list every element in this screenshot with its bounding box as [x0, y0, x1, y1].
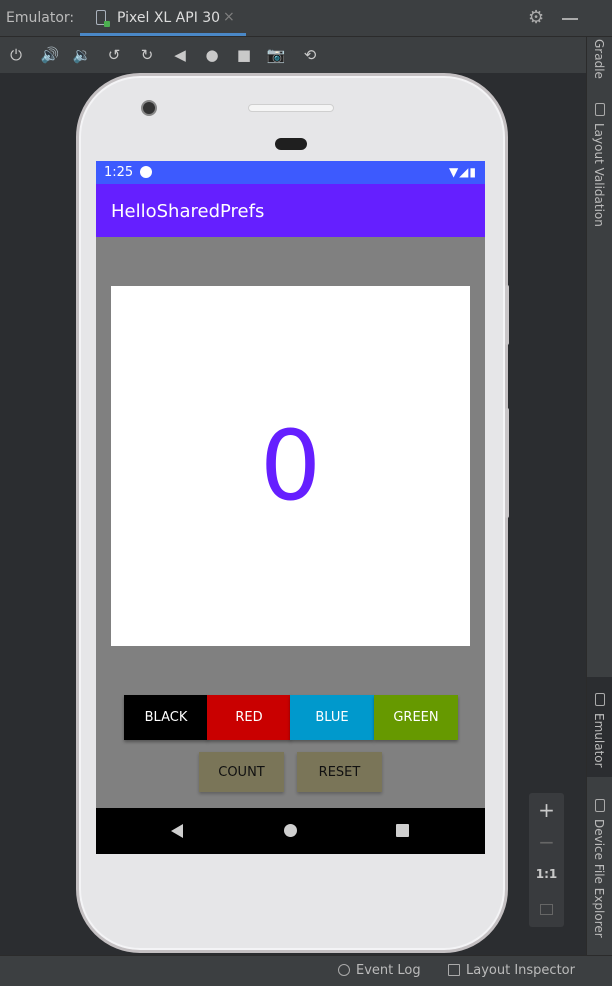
volume-down-icon[interactable]: 🔉 — [72, 45, 92, 65]
green-button[interactable]: GREEN — [374, 695, 458, 740]
layout-inspector-button[interactable]: Layout Inspector — [448, 963, 575, 978]
device-file-explorer-tab-label: Device File Explorer — [592, 819, 606, 938]
phone-speaker — [248, 104, 334, 112]
notification-icon — [140, 166, 152, 178]
power-key — [505, 285, 509, 345]
gradle-tab[interactable]: Gradle — [587, 37, 612, 97]
back-icon[interactable]: ◀ — [170, 45, 190, 65]
layout-validation-tab[interactable]: Layout Validation — [587, 99, 612, 269]
event-log-label: Event Log — [356, 963, 421, 978]
device-tab-title: Pixel XL API 30 — [117, 10, 221, 26]
front-camera — [141, 100, 157, 116]
emulator-tab-bar: Emulator: Pixel XL API 30 × ⚙ — [0, 0, 612, 37]
snapshot-icon[interactable]: ⟲ — [300, 45, 320, 65]
phone-device-icon — [96, 10, 110, 27]
ide-status-bar: Event Log Layout Inspector — [0, 955, 612, 986]
fit-screen-icon — [540, 904, 553, 915]
emulator-side-tab[interactable]: Emulator — [587, 677, 612, 777]
gradle-tab-label: Gradle — [592, 39, 606, 79]
reset-button[interactable]: RESET — [297, 752, 382, 792]
power-icon[interactable]: ⏻ — [6, 45, 26, 65]
device-file-explorer-tab[interactable]: Device File Explorer — [587, 793, 612, 953]
zoom-out-button[interactable]: − — [529, 830, 564, 854]
rotate-right-icon[interactable]: ↻ — [137, 45, 157, 65]
layout-validation-icon — [595, 103, 605, 116]
home-icon[interactable]: ● — [202, 45, 222, 65]
red-button[interactable]: RED — [207, 695, 291, 740]
emulator-side-tab-label: Emulator — [592, 713, 606, 768]
layout-validation-tab-label: Layout Validation — [592, 123, 606, 227]
count-button[interactable]: COUNT — [199, 752, 284, 792]
count-display: 0 — [111, 286, 470, 646]
layout-inspector-label: Layout Inspector — [466, 963, 575, 978]
volume-up-icon[interactable]: 🔊 — [40, 45, 60, 65]
app-title: HelloSharedPrefs — [111, 201, 265, 222]
count-value: 0 — [259, 410, 322, 522]
minimize-icon[interactable] — [562, 18, 578, 20]
android-status-bar: 1:25 ▼◢▮ — [96, 161, 485, 184]
event-log-icon — [338, 964, 350, 976]
black-button[interactable]: BLACK — [124, 695, 208, 740]
emulator-panel-label: Emulator: — [6, 10, 75, 26]
gear-icon[interactable]: ⚙ — [528, 9, 544, 27]
volume-keys — [505, 408, 509, 518]
blue-button[interactable]: BLUE — [290, 695, 374, 740]
close-tab-icon[interactable]: × — [223, 9, 235, 25]
emulator-icon — [595, 693, 605, 706]
overview-icon[interactable]: ■ — [234, 45, 254, 65]
signal-battery-icons: ▼◢▮ — [448, 165, 477, 179]
phone-earpiece — [275, 138, 307, 150]
emulator-toolbar: ⏻ 🔊 🔉 ↺ ↻ ◀ ● ■ 📷 ⟲ — [0, 37, 586, 73]
event-log-button[interactable]: Event Log — [338, 963, 421, 978]
device-file-explorer-icon — [595, 799, 605, 812]
device-screen: 1:25 ▼◢▮ HelloSharedPrefs 0 BLACK RED BL… — [96, 161, 485, 854]
nav-recents-icon[interactable] — [396, 824, 409, 837]
zoom-1to1-button[interactable]: 1:1 — [529, 867, 564, 881]
app-bar: HelloSharedPrefs — [96, 184, 485, 237]
zoom-controls: + − 1:1 — [529, 793, 564, 927]
right-tool-window-bar: Gradle Layout Validation Emulator Device… — [586, 37, 612, 955]
nav-back-icon[interactable] — [171, 824, 183, 838]
active-tab-indicator — [80, 33, 246, 36]
device-tab[interactable]: Pixel XL API 30 × — [80, 0, 246, 36]
screenshot-icon[interactable]: 📷 — [266, 45, 286, 65]
zoom-fit-button[interactable] — [529, 896, 564, 920]
rotate-left-icon[interactable]: ↺ — [104, 45, 124, 65]
android-nav-bar — [96, 808, 485, 854]
layout-inspector-icon — [448, 964, 460, 976]
nav-home-icon[interactable] — [284, 824, 297, 837]
status-time: 1:25 — [104, 165, 134, 180]
zoom-in-button[interactable]: + — [529, 798, 564, 822]
